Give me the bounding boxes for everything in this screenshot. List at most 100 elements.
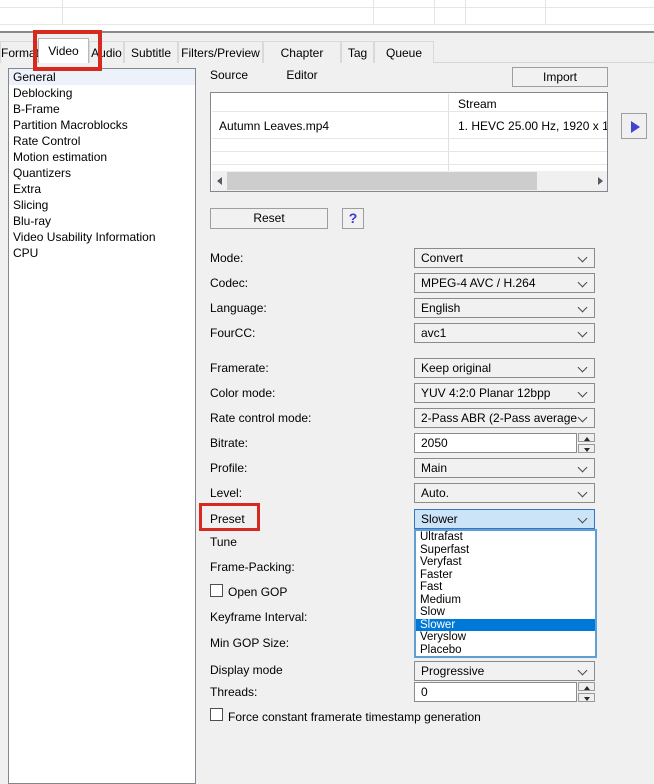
annotation-box-video-tab (33, 30, 102, 71)
framerate-select[interactable]: Keep original (414, 358, 595, 378)
sidebar-item-b-frame[interactable]: B-Frame (9, 101, 195, 117)
preview-play-button[interactable] (621, 113, 647, 139)
preset-option-faster[interactable]: Faster (416, 569, 595, 582)
fourcc-label: FourCC: (210, 326, 256, 340)
rate-control-mode-value: 2-Pass ABR (2-Pass average bitr (421, 411, 579, 425)
color-mode-select[interactable]: YUV 4:2:0 Planar 12bpp (414, 383, 595, 403)
color-mode-value: YUV 4:2:0 Planar 12bpp (421, 386, 551, 400)
chevron-down-icon (577, 302, 588, 313)
sidebar-item-deblocking[interactable]: Deblocking (9, 85, 195, 101)
tune-label: Tune (210, 535, 237, 549)
min-gop-size-label: Min GOP Size: (210, 636, 290, 650)
sidebar-item-slicing[interactable]: Slicing (9, 197, 195, 213)
chevron-down-icon (577, 462, 588, 473)
chevron-down-icon (577, 362, 588, 373)
tab-queue[interactable]: Queue (374, 41, 434, 63)
language-select[interactable]: English (414, 298, 595, 318)
sidebar-item-general[interactable]: General (9, 69, 195, 85)
level-value: Auto. (421, 486, 450, 500)
preset-option-fast[interactable]: Fast (416, 581, 595, 594)
stream-column-header[interactable]: Stream (458, 97, 603, 111)
chevron-down-icon (577, 277, 588, 288)
profile-label: Profile: (210, 461, 248, 475)
source-table[interactable]: Stream Autumn Leaves.mp4 1. HEVC 25.00 H… (210, 92, 608, 192)
bitrate-field (414, 433, 595, 453)
source-stream-cell[interactable]: 1. HEVC 25.00 Hz, 1920 x 1080 ( (458, 119, 607, 133)
chevron-down-icon (577, 513, 588, 524)
bitrate-input[interactable] (414, 433, 577, 453)
grid-line (0, 7, 654, 8)
scroll-left-arrow-icon[interactable] (212, 171, 228, 191)
settings-category-list: General Deblocking B-Frame Partition Mac… (8, 68, 196, 784)
video-settings-pane: General Deblocking B-Frame Partition Mac… (0, 63, 654, 784)
display-mode-value: Progressive (421, 664, 485, 678)
fourcc-select[interactable]: avc1 (414, 323, 595, 343)
sidebar-item-partition-macroblocks[interactable]: Partition Macroblocks (9, 117, 195, 133)
row-divider (212, 111, 607, 112)
horizontal-scrollbar[interactable] (212, 171, 607, 191)
chevron-down-icon (577, 252, 588, 263)
framerate-value: Keep original (421, 361, 492, 375)
mode-select[interactable]: Convert (414, 248, 595, 268)
preset-option-medium[interactable]: Medium (416, 594, 595, 607)
chevron-down-icon (577, 412, 588, 423)
codec-label: Codec: (210, 276, 249, 290)
preset-option-veryfast[interactable]: Veryfast (416, 556, 595, 569)
force-cfr-checkbox[interactable] (210, 708, 223, 721)
sidebar-item-cpu[interactable]: CPU (9, 245, 195, 261)
sidebar-item-blu-ray[interactable]: Blu-ray (9, 213, 195, 229)
rate-control-mode-label: Rate control mode: (210, 411, 312, 425)
sidebar-item-video-usability-information[interactable]: Video Usability Information (9, 229, 195, 245)
chevron-down-icon (577, 487, 588, 498)
preset-select[interactable]: Slower (414, 509, 595, 529)
source-label: Source (210, 68, 249, 82)
display-mode-label: Display mode (210, 663, 283, 677)
display-mode-select[interactable]: Progressive (414, 661, 595, 681)
framerate-label: Framerate: (210, 361, 269, 375)
level-select[interactable]: Auto. (414, 483, 595, 503)
sidebar-item-extra[interactable]: Extra (9, 181, 195, 197)
reset-button[interactable]: Reset (210, 208, 328, 229)
sidebar-item-motion-estimation[interactable]: Motion estimation (9, 149, 195, 165)
column-divider (448, 94, 449, 171)
source-file-cell[interactable]: Autumn Leaves.mp4 (219, 119, 444, 133)
chevron-down-icon (577, 327, 588, 338)
threads-input[interactable] (414, 682, 577, 702)
import-button[interactable]: Import (512, 67, 608, 87)
sidebar-item-quantizers[interactable]: Quantizers (9, 165, 195, 181)
preset-value: Slower (421, 512, 458, 526)
rate-control-mode-select[interactable]: 2-Pass ABR (2-Pass average bitr (414, 408, 595, 428)
preset-option-veryslow[interactable]: Veryslow (416, 631, 595, 644)
grid-line (0, 24, 654, 25)
row-divider (212, 164, 607, 165)
preset-option-slow[interactable]: Slow (416, 606, 595, 619)
preset-option-placebo[interactable]: Placebo (416, 644, 595, 657)
codec-select[interactable]: MPEG-4 AVC / H.264 (414, 273, 595, 293)
spinner-down-button[interactable] (578, 444, 595, 453)
open-gop-label: Open GOP (228, 585, 288, 599)
chevron-down-icon (577, 665, 588, 676)
row-divider (212, 138, 607, 139)
grid-line (545, 0, 546, 25)
spinner-up-button[interactable] (578, 433, 595, 442)
language-label: Language: (210, 301, 267, 315)
grid-line (434, 0, 435, 25)
bitrate-label: Bitrate: (210, 436, 249, 450)
open-gop-checkbox[interactable] (210, 584, 223, 597)
spinner-down-button[interactable] (578, 693, 595, 702)
tab-filters-preview[interactable]: Filters/Preview (178, 41, 263, 63)
keyframe-interval-label: Keyframe Interval: (210, 610, 308, 624)
preset-option-superfast[interactable]: Superfast (416, 544, 595, 557)
tab-tag[interactable]: Tag (341, 41, 374, 63)
sidebar-item-rate-control[interactable]: Rate Control (9, 133, 195, 149)
tab-subtitle[interactable]: Subtitle (124, 41, 178, 63)
grid-line (62, 0, 63, 25)
help-button[interactable]: ? (342, 208, 364, 229)
scrollbar-thumb[interactable] (227, 172, 537, 190)
spinner-up-button[interactable] (578, 682, 595, 691)
profile-select[interactable]: Main (414, 458, 595, 478)
tab-chapter-editor[interactable]: Chapter Editor (263, 41, 341, 82)
preset-option-slower[interactable]: Slower (416, 618, 595, 631)
scroll-right-arrow-icon[interactable] (592, 171, 607, 191)
preset-option-ultrafast[interactable]: Ultrafast (416, 531, 595, 544)
